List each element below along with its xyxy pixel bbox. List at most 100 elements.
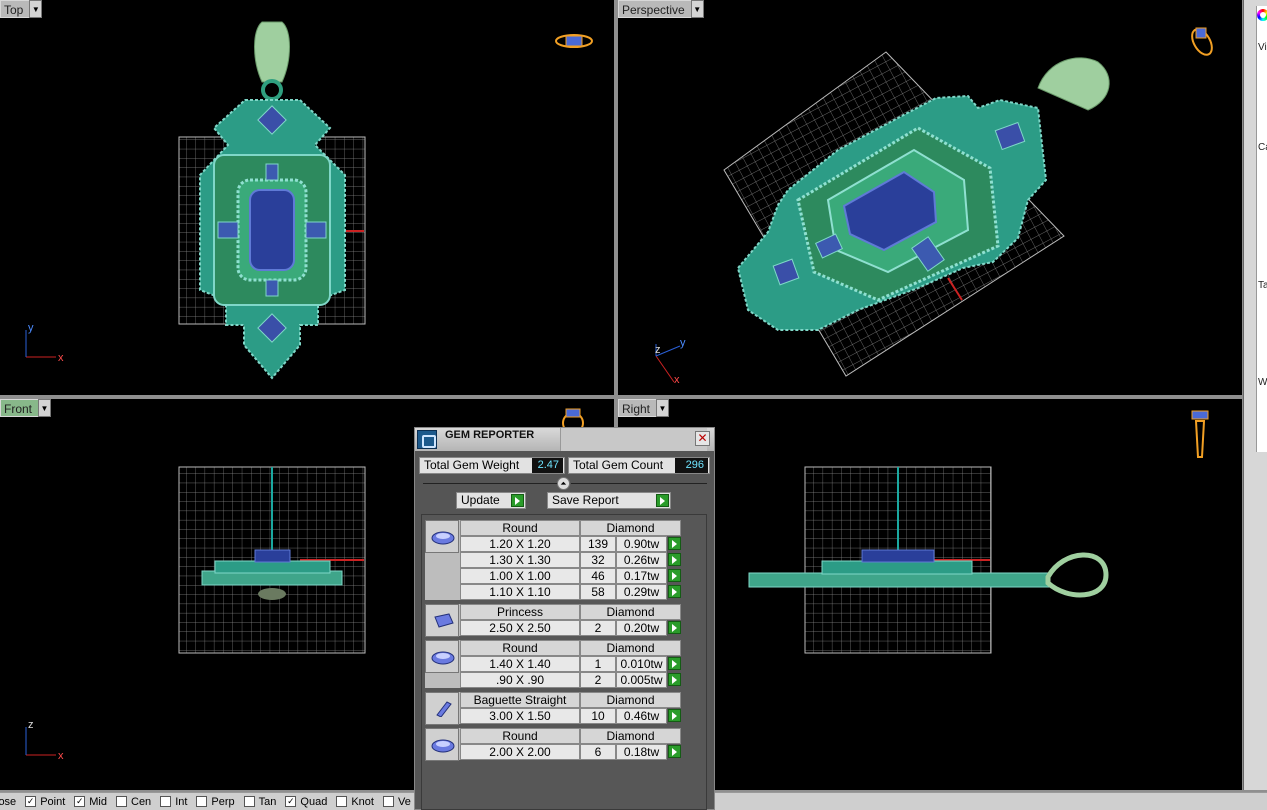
gem-weight-cell: 0.26tw xyxy=(616,552,667,568)
viewport-front-label[interactable]: Front ▼ xyxy=(0,399,52,417)
update-button[interactable]: Update xyxy=(456,492,526,509)
select-gems-button[interactable] xyxy=(668,709,681,722)
axis-z-label: z xyxy=(28,719,34,731)
axis-x-label: x xyxy=(58,750,64,762)
axis-y-label: y xyxy=(680,337,686,349)
osnap-3[interactable]: Cen xyxy=(116,796,151,808)
osnap-label: Point xyxy=(40,795,66,808)
gem-count-cell: 10 xyxy=(580,708,616,724)
chevron-down-icon[interactable]: ▼ xyxy=(656,399,670,417)
close-button[interactable]: ✕ xyxy=(695,431,710,446)
osnap-label: Quad xyxy=(300,795,328,808)
close-icon: ✕ xyxy=(697,431,708,445)
gem-size-cell: 3.00 X 1.50 xyxy=(460,708,580,724)
osnap-1[interactable]: ✓ Point xyxy=(25,796,65,808)
play-arrow-icon xyxy=(511,494,524,507)
gem-shape-header: Round xyxy=(460,728,580,744)
select-gems-button[interactable] xyxy=(668,673,681,686)
osnap-5[interactable]: Perp xyxy=(196,795,235,808)
osnap-6[interactable]: Tan xyxy=(243,796,276,808)
axis-x-label: x xyxy=(58,352,64,364)
viewport-perspective-name: Perspective xyxy=(618,0,691,18)
select-gems-button[interactable] xyxy=(668,745,681,758)
save-report-button[interactable]: Save Report xyxy=(547,492,671,509)
gem-weight-cell: 0.20tw xyxy=(616,620,667,636)
osnap-checkbox[interactable]: ✓ xyxy=(74,796,86,807)
osnap-9[interactable]: Ve xyxy=(382,795,411,808)
baguette-gem-icon xyxy=(425,692,459,725)
gem-weight-cell: 0.29tw xyxy=(616,584,667,600)
gem-count-cell: 2 xyxy=(580,620,616,636)
total-gem-weight-value: 2.47 xyxy=(532,458,563,473)
axis-x-label: x xyxy=(674,374,680,386)
axis-z-label: z xyxy=(655,344,661,356)
gem-size-cell: 2.00 X 2.00 xyxy=(460,744,580,760)
osnap-8[interactable]: Knot xyxy=(336,796,374,808)
viewport-top-name: Top xyxy=(0,0,30,18)
chevron-down-icon[interactable]: ▼ xyxy=(29,0,43,18)
gem-size-cell: .90 X .90 xyxy=(460,672,580,688)
viewport-top-label[interactable]: Top ▼ xyxy=(0,0,43,18)
osnap-checkbox[interactable] xyxy=(382,796,394,807)
ring-view-icon[interactable] xyxy=(555,34,593,48)
osnap-checkbox[interactable] xyxy=(196,796,208,807)
select-gems-button[interactable] xyxy=(668,657,681,670)
side-panel-label-target: Ta xyxy=(1258,280,1267,291)
viewport-top[interactable]: Top ▼ y x xyxy=(0,0,614,395)
select-gems-button[interactable] xyxy=(668,553,681,566)
gem-size-cell: 2.50 X 2.50 xyxy=(460,620,580,636)
gem-group: Round Diamond 1.20 X 1.20 139 0.90tw 1.30 X 1… xyxy=(425,520,681,600)
gem-count-cell: 2 xyxy=(580,672,616,688)
viewport-perspective[interactable]: Perspective ▼ z y x xyxy=(618,0,1242,395)
osnap-checkbox[interactable] xyxy=(243,796,255,807)
osnap-checkbox[interactable] xyxy=(336,796,348,807)
gem-weight-cell: 0.010tw xyxy=(616,656,667,672)
round-gem-icon xyxy=(425,520,459,553)
side-panel: Vi Ca Ta W xyxy=(1243,0,1267,790)
gem-group: Baguette Straight Diamond 3.00 X 1.50 10 0.4… xyxy=(425,692,681,725)
viewport-front-name: Front xyxy=(0,399,39,417)
osnap-label: Knot xyxy=(351,795,374,808)
gem-weight-cell: 0.005tw xyxy=(616,672,667,688)
osnap-checkbox[interactable]: ✓ xyxy=(25,796,37,807)
osnap-checkbox[interactable] xyxy=(116,796,127,807)
osnap-label: Ve xyxy=(397,795,411,808)
osnap-checkbox[interactable] xyxy=(160,796,172,807)
collapse-toggle-icon[interactable]: ⏶ xyxy=(557,477,570,490)
gem-material-header: Diamond xyxy=(580,604,681,620)
select-gems-button[interactable] xyxy=(668,569,681,582)
select-gems-button[interactable] xyxy=(668,537,681,550)
select-gems-button[interactable] xyxy=(668,585,681,598)
select-gems-button[interactable] xyxy=(668,621,681,634)
viewport-perspective-label[interactable]: Perspective ▼ xyxy=(618,0,704,18)
gem-weight-cell: 0.90tw xyxy=(616,536,667,552)
gem-reporter-titlebar[interactable]: GEM REPORTER ✕ xyxy=(415,428,714,451)
rhino-app-window: Top ▼ y x Perspective ▼ z y x Front ▼ z … xyxy=(0,0,1267,810)
round-gem-icon xyxy=(425,640,459,673)
color-wheel-icon[interactable] xyxy=(1257,9,1267,21)
osnap-2[interactable]: ✓ Mid xyxy=(74,796,107,808)
gem-count-cell: 46 xyxy=(580,568,616,584)
viewport-right-label[interactable]: Right ▼ xyxy=(618,399,670,417)
gem-material-header: Diamond xyxy=(580,640,681,656)
chevron-down-icon[interactable]: ▼ xyxy=(690,0,704,18)
gem-reporter-dialog: GEM REPORTER ✕ Total Gem Weight 2.47 Tot… xyxy=(414,427,715,810)
princess-gem-icon xyxy=(425,604,459,637)
divider-left xyxy=(423,483,565,484)
gem-group: Princess Diamond 2.50 X 2.50 2 0.20tw xyxy=(425,604,681,637)
round-gem-icon xyxy=(425,728,459,761)
ring-view-icon[interactable] xyxy=(1188,26,1216,58)
osnap-label: Int xyxy=(175,795,188,808)
axis-y-label: y xyxy=(28,322,34,334)
osnap-label: Perp xyxy=(211,795,235,808)
osnap-0[interactable]: lose xyxy=(0,796,16,808)
gem-list: Round Diamond 1.20 X 1.20 139 0.90tw 1.30 X 1… xyxy=(421,514,707,810)
pendant-view-icon[interactable] xyxy=(1191,410,1209,458)
osnap-7[interactable]: ✓ Quad xyxy=(285,796,327,808)
osnap-checkbox[interactable]: ✓ xyxy=(285,796,297,807)
side-panel-label-w: W xyxy=(1258,377,1267,388)
chevron-down-icon[interactable]: ▼ xyxy=(38,399,52,417)
osnap-4[interactable]: Int xyxy=(160,796,187,808)
gem-reporter-title: GEM REPORTER xyxy=(445,429,535,441)
gem-count-cell: 32 xyxy=(580,552,616,568)
